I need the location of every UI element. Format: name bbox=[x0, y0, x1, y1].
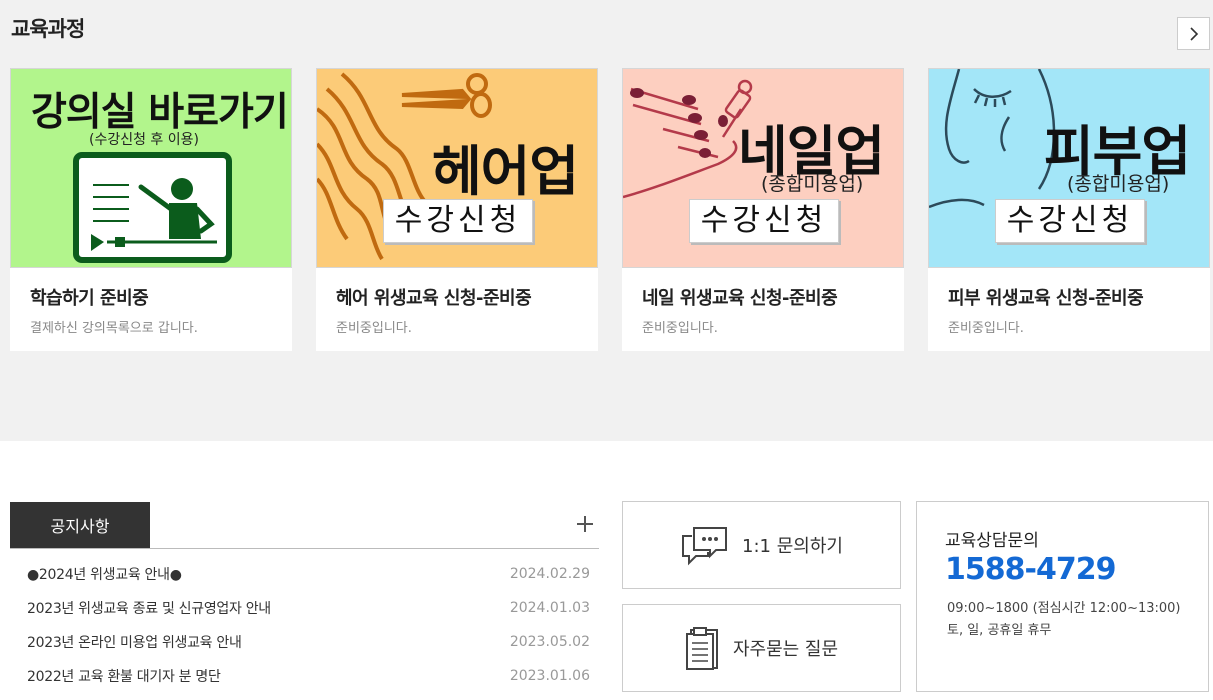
inquiry-button[interactable]: 1:1 문의하기 bbox=[622, 501, 901, 589]
card-title: 네일 위생교육 신청-준비중 bbox=[642, 288, 838, 309]
classroom-icon bbox=[73, 152, 232, 263]
card-title: 학습하기 준비중 bbox=[30, 288, 149, 309]
contact-box: 교육상담문의 1588-4729 09:00~1800 (점심시간 12:00~… bbox=[916, 501, 1209, 692]
hair-banner: 헤어업 수강신청 bbox=[316, 68, 598, 268]
course-card-skin[interactable]: 피부업 (종합미용업) 수강신청 피부 위생교육 신청-준비중 준비중입니다. bbox=[928, 68, 1210, 351]
chat-bubbles-icon bbox=[682, 527, 728, 566]
card-title: 헤어 위생교육 신청-준비중 bbox=[336, 288, 532, 309]
apply-badge: 수강신청 bbox=[689, 199, 839, 243]
notice-title: ●2024년 위생교육 안내● bbox=[27, 567, 182, 583]
banner-subtitle: (종합미용업) bbox=[1067, 173, 1170, 195]
more-plus-icon[interactable] bbox=[575, 514, 595, 534]
notice-title: 2023년 온라인 미용업 위생교육 안내 bbox=[27, 635, 242, 651]
notice-item[interactable]: ●2024년 위생교육 안내● 2024.02.29 bbox=[27, 562, 590, 586]
banner-subtitle: (종합미용업) bbox=[761, 173, 864, 195]
next-button[interactable] bbox=[1177, 17, 1210, 50]
card-description: 준비중입니다. bbox=[948, 321, 1024, 336]
notice-item[interactable]: 2022년 교육 환불 대기자 분 명단 2023.01.06 bbox=[27, 664, 590, 688]
notice-item[interactable]: 2023년 위생교육 종료 및 신규영업자 안내 2024.01.03 bbox=[27, 596, 590, 620]
apply-badge: 수강신청 bbox=[995, 199, 1145, 243]
course-card-hair[interactable]: 헤어업 수강신청 헤어 위생교육 신청-준비중 준비중입니다. bbox=[316, 68, 598, 351]
course-section: 교육과정 강의실 바로가기 (수강신청 후 이용) 학습하기 준비중 결제하신 … bbox=[0, 0, 1213, 441]
contact-holidays: 토, 일, 공휴일 휴무 bbox=[947, 623, 1052, 638]
notice-date: 2024.01.03 bbox=[509, 600, 590, 616]
card-description: 준비중입니다. bbox=[336, 321, 412, 336]
notice-date: 2023.05.02 bbox=[509, 634, 590, 650]
card-description: 준비중입니다. bbox=[642, 321, 718, 336]
notice-title: 2023년 위생교육 종료 및 신규영업자 안내 bbox=[27, 601, 271, 617]
notice-date: 2024.02.29 bbox=[509, 566, 590, 582]
chevron-right-icon bbox=[1189, 26, 1198, 41]
course-card-nail[interactable]: 네일업 (종합미용업) 수강신청 네일 위생교육 신청-준비중 준비중입니다. bbox=[622, 68, 904, 351]
nail-banner: 네일업 (종합미용업) 수강신청 bbox=[622, 68, 904, 268]
course-card-lecture[interactable]: 강의실 바로가기 (수강신청 후 이용) 학습하기 준비중 결제하신 강의목록으… bbox=[10, 68, 292, 351]
inquiry-label: 1:1 문의하기 bbox=[742, 536, 843, 557]
banner-title: 헤어업 bbox=[432, 140, 579, 203]
tab-notice[interactable]: 공지사항 bbox=[10, 502, 150, 548]
notice-date: 2023.01.06 bbox=[509, 668, 590, 684]
card-title: 피부 위생교육 신청-준비중 bbox=[948, 288, 1144, 309]
faq-label: 자주묻는 질문 bbox=[732, 639, 839, 660]
lecture-banner: 강의실 바로가기 (수강신청 후 이용) bbox=[10, 68, 292, 268]
notice-title: 2022년 교육 환불 대기자 분 명단 bbox=[27, 669, 221, 685]
contact-hours: 09:00~1800 (점심시간 12:00~13:00) bbox=[947, 601, 1181, 616]
skin-banner: 피부업 (종합미용업) 수강신청 bbox=[928, 68, 1210, 268]
section-title: 교육과정 bbox=[11, 17, 85, 41]
card-description: 결제하신 강의목록으로 갑니다. bbox=[30, 321, 198, 336]
clipboard-icon bbox=[685, 627, 718, 670]
notice-divider bbox=[10, 548, 599, 549]
faq-button[interactable]: 자주묻는 질문 bbox=[622, 604, 901, 692]
notice-item[interactable]: 2023년 온라인 미용업 위생교육 안내 2023.05.02 bbox=[27, 630, 590, 654]
contact-phone: 1588-4729 bbox=[945, 552, 1116, 587]
apply-badge: 수강신청 bbox=[383, 199, 533, 243]
contact-title: 교육상담문의 bbox=[945, 531, 1039, 551]
